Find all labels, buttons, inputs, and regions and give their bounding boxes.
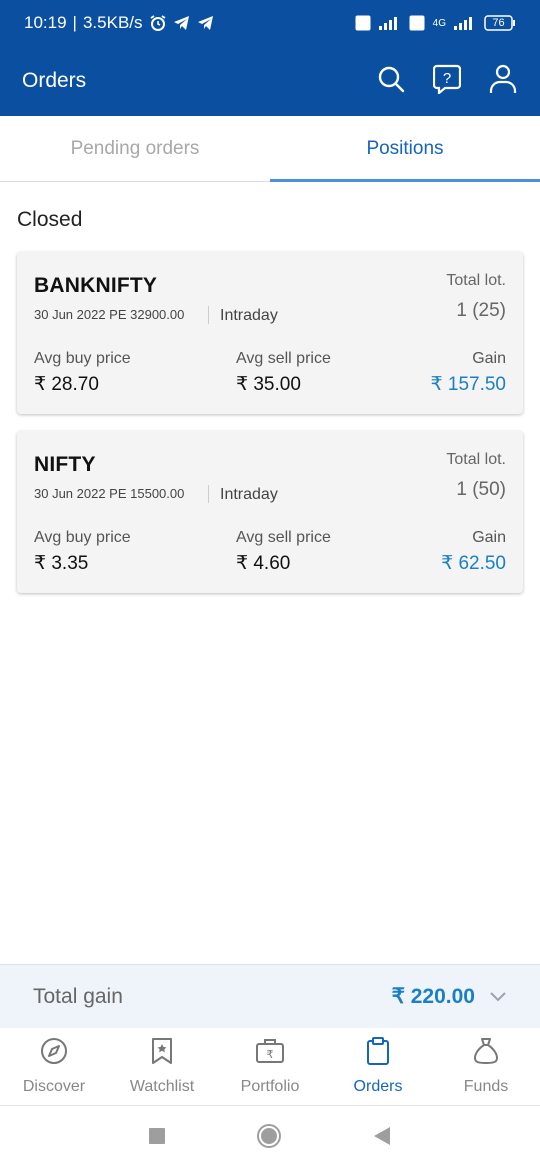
- nav-label: Portfolio: [240, 1078, 300, 1095]
- position-contract: 30 Jun 2022 PE 15500.00: [34, 486, 185, 501]
- nav-orders[interactable]: Orders: [324, 1028, 432, 1105]
- total-gain-value: ₹ 220.00: [391, 985, 475, 1008]
- signal-icon: [454, 16, 476, 30]
- svg-text:?: ?: [443, 70, 451, 87]
- help-icon: ?: [432, 64, 462, 99]
- tab-positions[interactable]: Positions: [270, 116, 540, 182]
- system-nav-bar: [0, 1106, 540, 1170]
- nav-watchlist[interactable]: Watchlist: [108, 1028, 216, 1105]
- avg-buy-label: Avg buy price: [34, 350, 131, 367]
- gain-value: ₹ 62.50: [441, 553, 506, 574]
- total-gain-bar[interactable]: Total gain ₹ 220.00: [0, 964, 540, 1028]
- divider: [208, 306, 209, 324]
- signal-icon: [378, 16, 401, 30]
- clipboard-icon: [366, 1037, 390, 1070]
- avg-sell-value: ₹ 4.60: [236, 553, 291, 574]
- avg-sell-value: ₹ 35.00: [236, 374, 301, 395]
- compass-icon: [40, 1037, 68, 1070]
- tab-pending-orders[interactable]: Pending orders: [0, 116, 270, 181]
- avg-buy-value: ₹ 28.70: [34, 374, 99, 395]
- nav-label: Discover: [22, 1078, 86, 1095]
- divider: [208, 485, 209, 503]
- profile-button[interactable]: [488, 64, 518, 99]
- gain-label: Gain: [472, 529, 506, 546]
- battery-level: 76: [492, 17, 505, 29]
- total-gain-label: Total gain: [33, 984, 123, 1008]
- position-symbol: BANKNIFTY: [34, 274, 158, 297]
- nav-portfolio[interactable]: ₹ Portfolio: [216, 1028, 324, 1105]
- nav-label: Orders: [353, 1078, 403, 1095]
- position-product: Intraday: [220, 307, 278, 324]
- page-title: Orders: [22, 69, 87, 92]
- status-speed: 3.5KB/s: [82, 13, 143, 32]
- app-bar: Orders ?: [0, 46, 540, 116]
- search-icon: [377, 65, 405, 98]
- avg-sell-label: Avg sell price: [236, 350, 331, 367]
- nav-funds[interactable]: Funds: [432, 1028, 540, 1105]
- network-type: 4G: [432, 17, 446, 29]
- total-lot-label: Total lot.: [446, 451, 506, 468]
- status-bar: 10:19 | 3.5KB/s 4G 76: [0, 0, 540, 46]
- position-product: Intraday: [220, 486, 278, 503]
- briefcase-icon: ₹: [255, 1037, 285, 1070]
- telegram-icon: [197, 15, 215, 31]
- position-card[interactable]: NIFTY 30 Jun 2022 PE 15500.00 Intraday T…: [17, 431, 523, 593]
- gain-value: ₹ 157.50: [430, 374, 506, 395]
- search-button[interactable]: [376, 66, 406, 96]
- gain-label: Gain: [472, 350, 506, 367]
- bookmark-icon: [150, 1037, 174, 1070]
- profile-icon: [489, 64, 517, 99]
- order-tabs: Pending orders Positions: [0, 116, 540, 182]
- total-lot-label: Total lot.: [446, 272, 506, 289]
- help-button[interactable]: ?: [432, 64, 462, 99]
- avg-buy-value: ₹ 3.35: [34, 553, 89, 574]
- status-time: 10:19: [24, 13, 67, 32]
- battery-icon: 76: [484, 15, 516, 31]
- position-card[interactable]: BANKNIFTY 30 Jun 2022 PE 32900.00 Intrad…: [17, 252, 523, 414]
- volte-icon: [409, 15, 425, 31]
- chevron-down-icon[interactable]: [489, 988, 507, 1006]
- total-lot-value: 1 (25): [456, 300, 506, 321]
- recent-apps-button[interactable]: [148, 1127, 166, 1150]
- home-button[interactable]: [256, 1123, 282, 1154]
- telegram-icon: [173, 15, 191, 31]
- section-title-closed: Closed: [17, 208, 83, 231]
- alarm-icon: [149, 14, 167, 32]
- moneybag-icon: [472, 1037, 500, 1070]
- position-contract: 30 Jun 2022 PE 32900.00: [34, 307, 185, 322]
- position-symbol: NIFTY: [34, 453, 96, 476]
- back-button[interactable]: [372, 1126, 392, 1151]
- bottom-nav: Discover Watchlist ₹ Portfolio Orders Fu…: [0, 1028, 540, 1106]
- avg-sell-label: Avg sell price: [236, 529, 331, 546]
- volte-icon: [355, 15, 371, 31]
- nav-discover[interactable]: Discover: [0, 1028, 108, 1105]
- avg-buy-label: Avg buy price: [34, 529, 131, 546]
- total-lot-value: 1 (50): [456, 479, 506, 500]
- svg-text:₹: ₹: [267, 1048, 274, 1061]
- nav-label: Watchlist: [129, 1078, 195, 1095]
- nav-label: Funds: [463, 1078, 509, 1095]
